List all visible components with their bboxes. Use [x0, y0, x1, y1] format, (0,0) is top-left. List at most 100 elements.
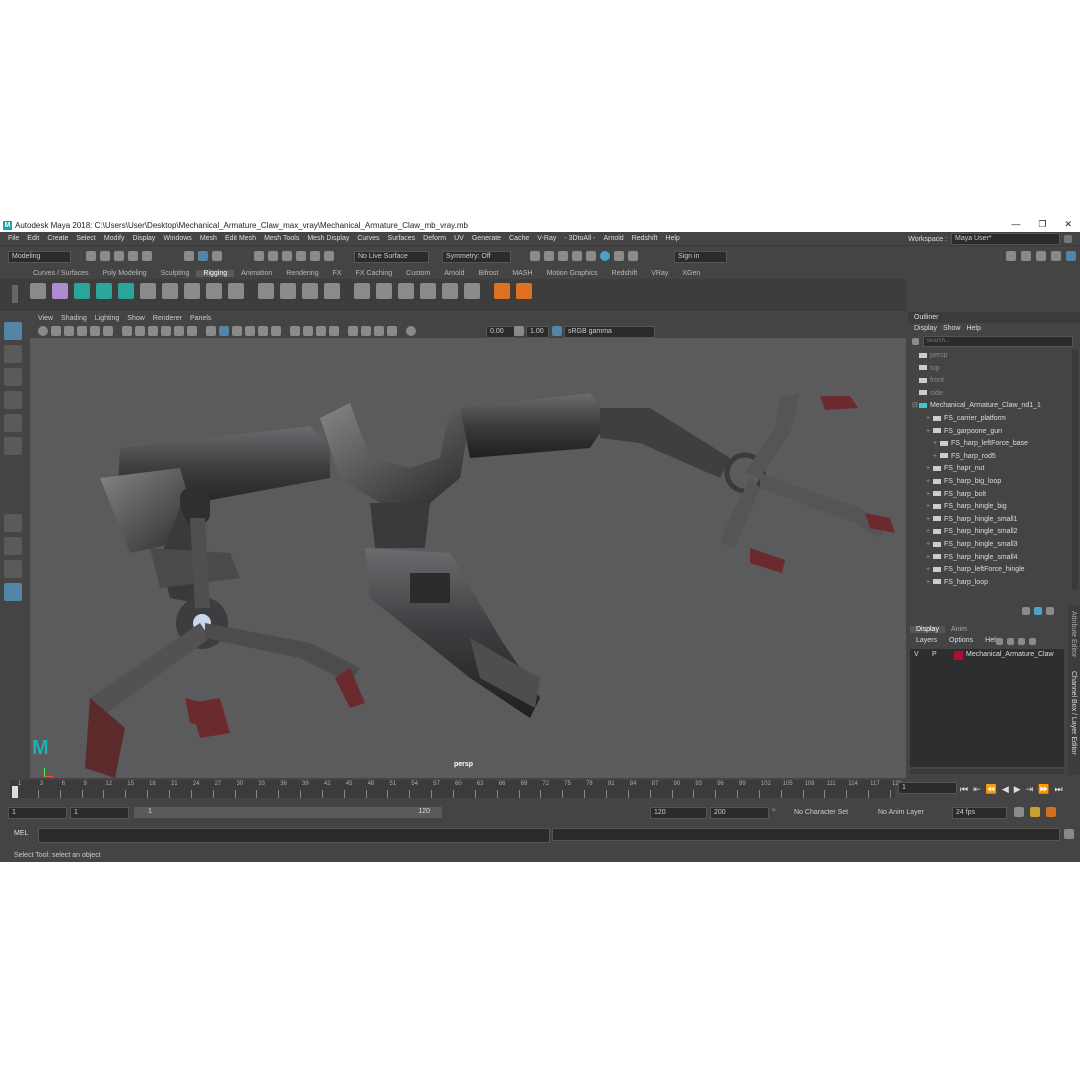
- ipr-render-icon[interactable]: [558, 251, 568, 261]
- character-set-dropdown[interactable]: No Character Set: [794, 809, 848, 816]
- human-ik-icon[interactable]: [206, 283, 222, 299]
- move-layer-down-icon[interactable]: [1007, 638, 1014, 645]
- menu-item-mesh-display[interactable]: Mesh Display: [307, 235, 349, 242]
- anim-layer-dropdown[interactable]: No Anim Layer: [878, 809, 924, 816]
- live-surface-field[interactable]: No Live Surface: [354, 251, 429, 263]
- grease-pencil-icon[interactable]: [90, 326, 100, 336]
- select-component-icon[interactable]: [212, 251, 222, 261]
- aim-constraint-icon[interactable]: [442, 283, 458, 299]
- save-scene-icon[interactable]: [114, 251, 124, 261]
- mel-command-input[interactable]: [38, 828, 550, 843]
- outliner-item[interactable]: + FS_harp_loop: [908, 577, 1072, 590]
- workspace-lock-icon[interactable]: [1064, 235, 1072, 243]
- redo-icon[interactable]: [142, 251, 152, 261]
- close-button[interactable]: ✕: [1064, 219, 1072, 230]
- new-scene-icon[interactable]: [86, 251, 96, 261]
- menu-item-help[interactable]: Help: [665, 235, 679, 242]
- motion-blur-icon[interactable]: [303, 326, 313, 336]
- outliner-item[interactable]: + FS_hapr_nut: [908, 463, 1072, 476]
- channel-pin-icon[interactable]: [1046, 607, 1054, 615]
- auto-key-icon[interactable]: [1030, 807, 1040, 817]
- range-slider[interactable]: 1 120: [134, 807, 442, 818]
- shelf-tab-rigging[interactable]: Rigging: [196, 270, 235, 277]
- channel-layer-icon[interactable]: [1034, 607, 1042, 615]
- expand-arrow-icon[interactable]: +: [926, 514, 931, 527]
- animation-preferences-icon[interactable]: [1046, 807, 1056, 817]
- shelf-tab-poly-modeling[interactable]: Poly Modeling: [96, 270, 154, 277]
- expand-arrow-icon[interactable]: +: [926, 526, 931, 539]
- select-hierarchy-icon[interactable]: [184, 251, 194, 261]
- modeling-toolkit-icon[interactable]: [1006, 251, 1016, 261]
- shelf-tab-custom[interactable]: Custom: [399, 270, 437, 277]
- pole-vector-icon[interactable]: [162, 283, 178, 299]
- shelf-tab-bifrost[interactable]: Bifrost: [472, 270, 506, 277]
- go-to-end-icon[interactable]: ⏭: [1054, 784, 1062, 795]
- step-forward-key-icon[interactable]: ⇥: [1026, 784, 1034, 795]
- menu-item-create[interactable]: Create: [47, 235, 68, 242]
- arnold-render-icon[interactable]: [600, 251, 610, 261]
- shelf-tab-rendering[interactable]: Rendering: [279, 270, 325, 277]
- xray-components-icon[interactable]: [387, 326, 397, 336]
- viewport-menu-lighting[interactable]: Lighting: [95, 315, 120, 322]
- expand-arrow-icon[interactable]: +: [926, 426, 931, 439]
- expand-arrow-icon[interactable]: +: [933, 451, 938, 464]
- undo-icon[interactable]: [128, 251, 138, 261]
- outliner-menu-display[interactable]: Display: [914, 323, 937, 335]
- orient-joint-icon[interactable]: [184, 283, 200, 299]
- menu-item-mesh-tools[interactable]: Mesh Tools: [264, 235, 299, 242]
- layer-scrollbar[interactable]: [910, 769, 1064, 774]
- minimize-button[interactable]: —: [1011, 219, 1020, 230]
- menu-item-generate[interactable]: Generate: [472, 235, 501, 242]
- menu-item-arnold[interactable]: Arnold: [603, 235, 623, 242]
- outliner-search-input[interactable]: [923, 335, 1073, 347]
- layer-color-swatch[interactable]: [954, 650, 963, 660]
- locator-alt-icon[interactable]: [516, 283, 532, 299]
- layer-tab-display[interactable]: Display: [910, 626, 945, 633]
- menu-item-windows[interactable]: Windows: [163, 235, 191, 242]
- two-pane-layout-icon[interactable]: [4, 560, 22, 578]
- menu-item-cache[interactable]: Cache: [509, 235, 529, 242]
- camera-attributes-icon[interactable]: [38, 326, 48, 336]
- lasso-tool-icon[interactable]: [4, 345, 22, 363]
- shelf-tab-mash[interactable]: MASH: [505, 270, 539, 277]
- gate-mask-icon[interactable]: [161, 326, 171, 336]
- menu-item-select[interactable]: Select: [76, 235, 95, 242]
- shelf-tab-curves-surfaces[interactable]: Curves / Surfaces: [26, 270, 96, 277]
- tool-settings-icon[interactable]: [1036, 251, 1046, 261]
- go-to-start-icon[interactable]: ⏮: [960, 784, 968, 795]
- expand-arrow-icon[interactable]: +: [926, 577, 931, 590]
- 2d-pan-zoom-icon[interactable]: [103, 326, 113, 336]
- outliner-scrollbar[interactable]: [1072, 350, 1078, 590]
- expand-arrow-icon[interactable]: +: [933, 438, 938, 451]
- film-gate-icon[interactable]: [135, 326, 145, 336]
- menu-item-uv[interactable]: UV: [454, 235, 464, 242]
- viewport-menu-view[interactable]: View: [38, 315, 53, 322]
- outliner-item[interactable]: + FS_harp_big_loop: [908, 476, 1072, 489]
- snap-curve-icon[interactable]: [268, 251, 278, 261]
- outliner-item[interactable]: top: [908, 363, 1072, 376]
- play-backwards-icon[interactable]: ◀: [1002, 784, 1009, 795]
- outliner-item[interactable]: persp: [908, 350, 1072, 363]
- use-all-lights-icon[interactable]: [258, 326, 268, 336]
- outliner-item[interactable]: + FS_harp_rod5: [908, 451, 1072, 464]
- ik-spline-icon[interactable]: [140, 283, 156, 299]
- outliner-item[interactable]: + FS_harp_leftForce_hingle: [908, 564, 1072, 577]
- shadows-icon[interactable]: [271, 326, 281, 336]
- field-chart-icon[interactable]: [174, 326, 184, 336]
- play-forwards-icon[interactable]: ▶: [1014, 784, 1021, 795]
- move-layer-up-icon[interactable]: [996, 638, 1003, 645]
- shelf-tab-redshift[interactable]: Redshift: [605, 270, 645, 277]
- outliner-item[interactable]: + FS_harp_bolt: [908, 489, 1072, 502]
- outliner-menu-show[interactable]: Show: [943, 323, 961, 335]
- camera-icon[interactable]: [77, 326, 87, 336]
- outliner-item[interactable]: + FS_carrier_platform: [908, 413, 1072, 426]
- menu-item-redshift[interactable]: Redshift: [632, 235, 658, 242]
- expand-arrow-icon[interactable]: +: [926, 539, 931, 552]
- channel-box-tab[interactable]: Channel Box / Layer Editor: [1070, 671, 1077, 755]
- outliner-item[interactable]: + FS_harp_hingle_big: [908, 501, 1072, 514]
- parent-constraint-icon[interactable]: [354, 283, 370, 299]
- menu-item-surfaces[interactable]: Surfaces: [388, 235, 416, 242]
- outliner-item[interactable]: + FS_harp_hingle_small4: [908, 552, 1072, 565]
- shelf-tab-motion-graphics[interactable]: Motion Graphics: [540, 270, 605, 277]
- grid-icon[interactable]: [122, 326, 132, 336]
